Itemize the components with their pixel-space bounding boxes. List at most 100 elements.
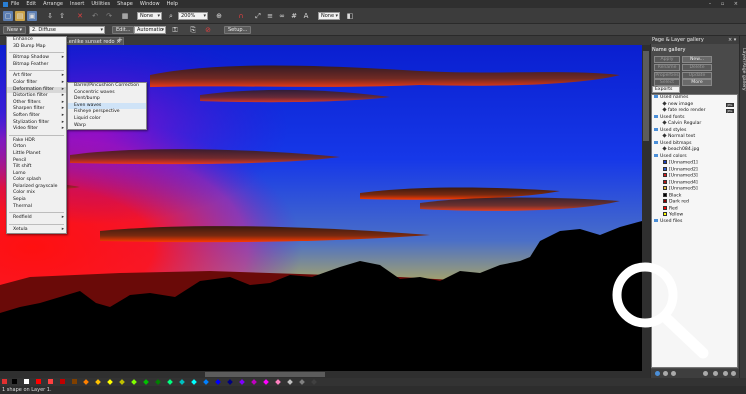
palette-swatch[interactable] [215,378,221,385]
deformation-menu-item[interactable]: Barrel/Pincushion Correction [68,83,146,90]
quality-combo[interactable]: None [318,12,340,20]
font-icon[interactable]: A [301,11,311,21]
palette-swatch[interactable] [203,378,209,385]
palette-swatch[interactable] [191,378,197,385]
import-icon[interactable]: ⇩ [45,11,55,21]
magnet-icon[interactable]: ∩ [236,11,246,21]
save-icon[interactable]: ▣ [27,11,37,21]
open-icon[interactable]: ▤ [15,11,25,21]
select-all-icon[interactable]: ▦ [120,11,130,21]
effects-menu-item[interactable]: Enhance [7,37,66,44]
effects-menu-item[interactable]: Art filter [7,73,66,80]
undo-icon[interactable]: ↶ [90,11,100,21]
style-combo[interactable]: None [137,12,162,20]
menu-insert[interactable]: Insert [70,1,84,7]
redo-icon[interactable]: ↷ [104,11,114,21]
new-doc-icon[interactable]: ▢ [3,11,13,21]
palette-swatch[interactable] [299,378,305,385]
menu-edit[interactable]: Edit [26,1,36,7]
panel-close-icon[interactable]: × ▾ [728,37,736,43]
window-controls[interactable]: – ▫ × [709,1,742,7]
help-icon[interactable] [731,371,736,376]
menu-help[interactable]: Help [167,1,178,7]
tab-document[interactable]: ...enlike sunset redo × [60,37,125,45]
palette-swatch[interactable] [251,378,257,385]
export-icon[interactable]: ⇧ [57,11,67,21]
effects-menu-item[interactable]: Xetula [7,227,66,234]
palette-swatch[interactable] [36,379,41,384]
effects-menu-item[interactable]: Distortion filter [7,93,66,100]
side-gallery-tab[interactable]: Layer/Page gallery [741,48,746,91]
edit-button[interactable]: Edit... [112,26,135,34]
zoom-in-icon[interactable]: ⊕ [214,11,224,21]
deformation-menu-item[interactable]: Warp [68,123,146,130]
palette-swatch[interactable] [179,378,185,385]
palette-swatch[interactable] [107,378,113,385]
settings-icon[interactable] [713,371,718,376]
link-icon[interactable]: ∞ [277,11,287,21]
deformation-menu-item[interactable]: Fisheye perspective [68,109,146,116]
delete-button[interactable]: Delete [682,64,712,71]
effects-menu-item[interactable]: Tilt shift [7,164,66,171]
expand-icon[interactable] [671,371,676,376]
palette-swatch[interactable] [12,379,17,384]
menu-shape[interactable]: Shape [117,1,133,7]
deformation-menu-item[interactable]: Dent/bump [68,96,146,103]
copy-effect-icon[interactable]: ⎘ [188,25,198,35]
palette-swatch[interactable] [131,378,137,385]
new-effect-button[interactable]: New ▾ [3,26,27,34]
properties-button[interactable]: Properties [654,72,680,79]
effects-menu-item[interactable]: Soften filter [7,113,66,120]
info-icon[interactable] [723,371,728,376]
palette-swatch[interactable] [72,379,77,384]
effects-menu-item[interactable]: Color splash [7,177,66,184]
effect-combo[interactable]: 2. Diffuse [29,26,105,34]
view-icon[interactable]: ◧ [345,11,355,21]
tree-folder[interactable]: Used files [652,218,737,226]
add-icon[interactable] [703,371,708,376]
view-options-icon[interactable] [663,371,668,376]
apply-button[interactable]: Apply [654,56,680,63]
remove-effect-icon[interactable]: ⊘ [203,25,213,35]
transform-icon[interactable]: ⤢ [253,11,263,21]
rename-button[interactable]: Rename [654,64,680,71]
effects-menu-item[interactable]: Thermal [7,204,66,211]
select-button[interactable]: Select [654,79,680,86]
palette-swatch[interactable] [119,378,125,385]
update-button[interactable]: Update [682,72,712,79]
delete-icon[interactable]: ✕ [75,11,85,21]
refresh-icon[interactable] [655,371,660,376]
effects-menu-item[interactable]: Bitmap Feather [7,62,66,69]
lock-icon[interactable]: ⚿ [170,25,180,35]
effects-menu-item[interactable]: 3D Bump Map [7,44,66,51]
palette-swatch[interactable] [155,378,161,385]
zoom-icon[interactable]: ⌕ [166,11,176,21]
effects-menu-item[interactable]: Color filter [7,80,66,87]
effects-menu-item[interactable]: Bitmap Shadow [7,55,66,62]
effects-menu-item[interactable]: Little Planet [7,151,66,158]
palette-swatch[interactable] [239,378,245,385]
setup-button[interactable]: Setup... [224,26,252,34]
palette-swatch[interactable] [287,378,293,385]
menu-file[interactable]: File [11,1,19,7]
palette-swatch[interactable] [263,378,269,385]
palette-swatch[interactable] [167,378,173,385]
palette-swatch[interactable] [275,378,281,385]
deformation-menu-item[interactable]: Liquid color [68,116,146,123]
effects-menu-item[interactable]: Orton [7,144,66,151]
palette-swatch[interactable] [227,378,233,385]
new-name-button[interactable]: New... [682,56,712,63]
vertical-scroll-thumb[interactable] [643,51,649,141]
effects-menu-item[interactable]: Sepia [7,197,66,204]
horizontal-scrollbar[interactable] [0,371,650,378]
palette-swatch[interactable] [48,379,53,384]
menu-window[interactable]: Window [140,1,160,7]
mode-combo[interactable]: Automatic [134,26,166,34]
palette-swatch[interactable] [95,378,101,385]
menu-utilities[interactable]: Utilities [91,1,110,7]
grid-icon[interactable]: # [289,11,299,21]
palette-swatch[interactable] [143,378,149,385]
effects-menu-item[interactable]: Video filter [7,126,66,133]
align-icon[interactable]: ≡ [265,11,275,21]
horizontal-scroll-thumb[interactable] [205,372,325,377]
